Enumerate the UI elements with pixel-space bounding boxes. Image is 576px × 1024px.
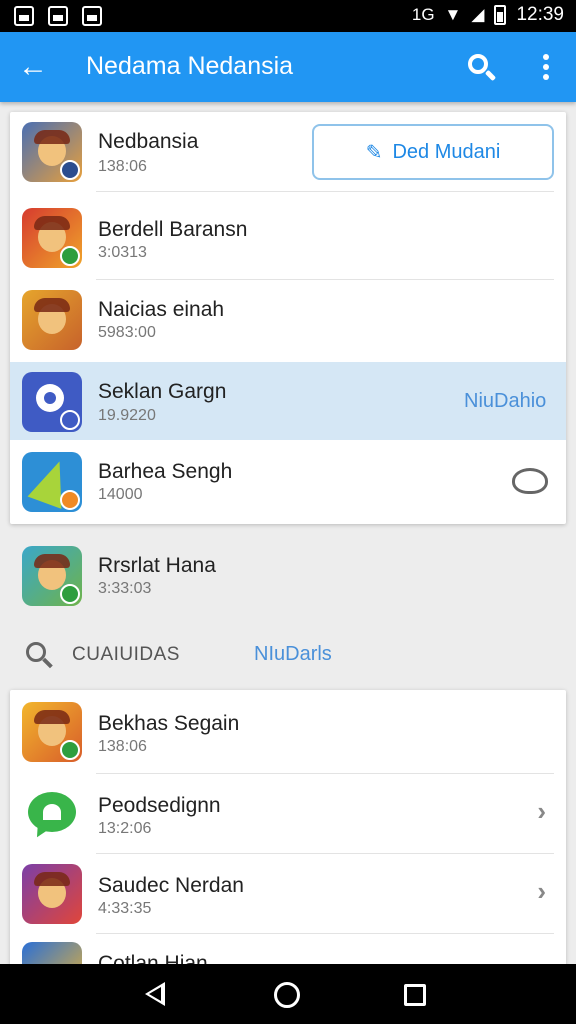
section-header: CUAIUIDAS NIuDarls [10, 630, 566, 680]
chat-bubble-icon[interactable] [512, 468, 548, 494]
cell-signal-icon: ◢ [471, 5, 485, 24]
chevron-right-icon[interactable]: › [537, 876, 546, 907]
item-title: Saudec Nerdan [98, 874, 244, 897]
item-subtitle: 5983:00 [98, 324, 156, 341]
item-title: Berdell Baransn [98, 218, 248, 241]
status-bar: 1G ▼ ◢ 12:39 [0, 0, 576, 32]
notification-icons [14, 6, 102, 26]
app-icon [22, 208, 82, 268]
app-icon [22, 290, 82, 350]
item-title: Rrsrlat Hana [98, 554, 216, 577]
app-notification-icon [82, 6, 102, 26]
list-item[interactable]: Naicias einah 5983:00 [10, 280, 566, 362]
app-list-card: Bekhas Segain 138:06 Peodsedignn 13:2:06… [10, 690, 566, 970]
item-action-link[interactable]: NiuDahio [464, 390, 546, 413]
item-subtitle: 3:0313 [98, 244, 147, 261]
item-subtitle: 13:2:06 [98, 820, 152, 837]
search-icon[interactable] [464, 50, 498, 84]
nav-home-icon[interactable] [274, 982, 300, 1008]
list-item-selected[interactable]: Seklan Gargn 19.9220 NiuDahio [10, 362, 566, 440]
list-item[interactable]: Saudec Nerdan 4:33:35 › [10, 854, 566, 934]
image-notification-icon [14, 6, 34, 26]
item-subtitle: 4:33:35 [98, 900, 152, 917]
item-subtitle: 138:06 [98, 158, 147, 175]
app-list-card: Nedbansia 138:06 ✎ Ded Mudani Berdell Ba… [10, 112, 566, 524]
search-icon[interactable] [24, 640, 54, 670]
list-item[interactable]: Nedbansia 138:06 ✎ Ded Mudani [10, 112, 566, 192]
list-item[interactable]: Rrsrlat Hana 3:33:03 [10, 536, 566, 620]
list-item[interactable]: Berdell Baransn 3:0313 [10, 192, 566, 280]
item-title: Barhea Sengh [98, 460, 233, 483]
more-options-icon[interactable] [532, 52, 560, 82]
item-subtitle: 14000 [98, 486, 143, 503]
system-nav-bar [0, 964, 576, 1024]
status-indicators: 1G ▼ ◢ 12:39 [412, 4, 564, 26]
gallery-notification-icon [48, 6, 68, 26]
clock-time: 12:39 [516, 4, 564, 25]
battery-icon [494, 5, 507, 25]
item-subtitle: 19.9220 [98, 407, 156, 424]
app-bar: ← Nedama Nedansia [0, 32, 576, 102]
item-title: Peodsedignn [98, 794, 221, 817]
action-button-label: Ded Mudani [392, 140, 501, 163]
list-item[interactable]: Barhea Sengh 14000 [10, 440, 566, 524]
app-icon [22, 784, 82, 844]
nav-recents-icon[interactable] [404, 984, 426, 1006]
item-title: Seklan Gargn [98, 380, 227, 403]
list-item[interactable]: Peodsedignn 13:2:06 › [10, 774, 566, 854]
app-icon [22, 452, 82, 512]
nav-back-icon[interactable] [145, 982, 165, 1006]
app-icon [22, 546, 82, 606]
wifi-icon: ▼ [444, 5, 462, 24]
chevron-right-icon[interactable]: › [537, 796, 546, 827]
action-button[interactable]: ✎ Ded Mudani [312, 124, 554, 180]
app-icon [22, 864, 82, 924]
item-title: Naicias einah [98, 298, 225, 321]
network-type-label: 1G [411, 5, 435, 24]
app-icon [22, 372, 82, 432]
list-item[interactable]: Bekhas Segain 138:06 [10, 690, 566, 774]
app-icon [22, 122, 82, 182]
item-subtitle: 3:33:03 [98, 580, 152, 597]
item-title: Nedbansia [98, 130, 199, 153]
pen-icon: ✎ [365, 141, 383, 164]
back-arrow-icon[interactable]: ← [16, 50, 50, 84]
item-title: Bekhas Segain [98, 712, 240, 735]
section-label: CUAIUIDAS [72, 644, 180, 665]
app-icon [22, 702, 82, 762]
page-title: Nedama Nedansia [86, 52, 294, 80]
item-subtitle: 138:06 [98, 738, 147, 755]
section-link[interactable]: NIuDarls [254, 643, 332, 666]
